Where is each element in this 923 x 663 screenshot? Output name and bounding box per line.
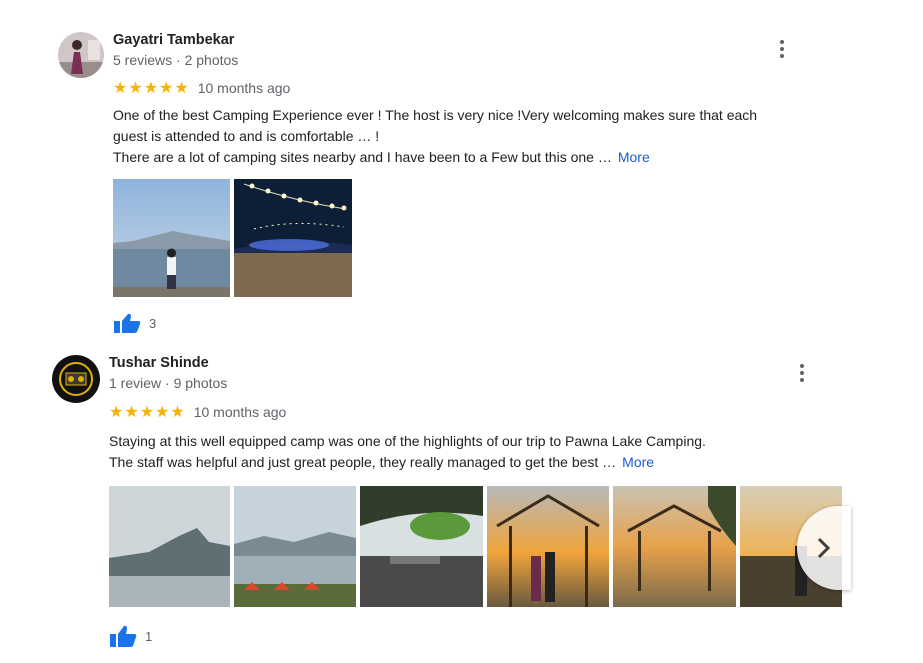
rating-row: ★★★★★ 10 months ago bbox=[109, 402, 286, 422]
review-text-line: There are a lot of camping sites nearby … bbox=[113, 149, 612, 165]
review-photo[interactable] bbox=[234, 486, 356, 607]
review-text-line: Staying at this well equipped camp was o… bbox=[109, 433, 706, 449]
review-text-line: guest is attended to and is comfortable … bbox=[113, 128, 380, 144]
more-vert-icon bbox=[780, 40, 784, 44]
like-count: 3 bbox=[149, 315, 157, 331]
review-text: One of the best Camping Experience ever … bbox=[113, 105, 843, 168]
reviewer-name[interactable]: Gayatri Tambekar bbox=[113, 32, 234, 48]
review-time: 10 months ago bbox=[197, 80, 291, 96]
review-photo[interactable] bbox=[613, 486, 736, 607]
like-button[interactable]: 1 bbox=[109, 625, 152, 647]
rating-row: ★★★★★ 10 months ago bbox=[113, 78, 290, 98]
avatar[interactable] bbox=[58, 32, 104, 78]
more-link[interactable]: More bbox=[618, 149, 650, 165]
review-text-line: The staff was helpful and just great peo… bbox=[109, 454, 617, 470]
thumbs-up-icon bbox=[114, 313, 141, 333]
more-link[interactable]: More bbox=[622, 454, 654, 470]
avatar[interactable] bbox=[52, 355, 100, 403]
review-photo[interactable] bbox=[109, 486, 230, 607]
star-rating: ★★★★★ bbox=[109, 404, 186, 421]
like-count: 1 bbox=[145, 628, 153, 644]
more-vert-icon bbox=[800, 364, 804, 368]
thumbs-up-icon bbox=[110, 625, 137, 647]
like-button[interactable]: 3 bbox=[113, 313, 156, 333]
review-time: 10 months ago bbox=[193, 404, 287, 420]
review-text-line: One of the best Camping Experience ever … bbox=[113, 107, 758, 123]
star-rating: ★★★★★ bbox=[113, 80, 190, 97]
more-options-button[interactable] bbox=[790, 361, 814, 385]
reviewer-meta[interactable]: 1 review · 9 photos bbox=[109, 375, 227, 391]
review-photo[interactable] bbox=[234, 179, 352, 297]
review-text: Staying at this well equipped camp was o… bbox=[109, 431, 849, 473]
reviewer-meta[interactable]: 5 reviews · 2 photos bbox=[113, 52, 238, 68]
review-photo[interactable] bbox=[487, 486, 609, 607]
review-photo[interactable] bbox=[360, 486, 483, 607]
chevron-right-icon bbox=[817, 537, 831, 559]
reviewer-name[interactable]: Tushar Shinde bbox=[109, 355, 209, 371]
more-options-button[interactable] bbox=[770, 37, 794, 61]
review-photo[interactable] bbox=[113, 179, 230, 297]
